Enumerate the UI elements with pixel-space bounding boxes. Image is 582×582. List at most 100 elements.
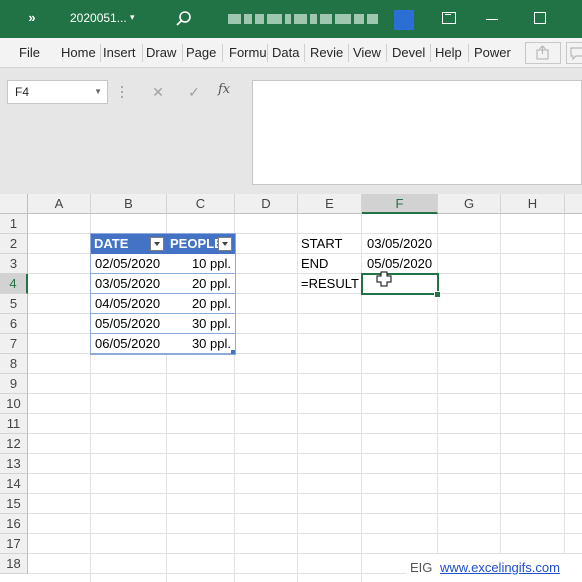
formula-input[interactable] xyxy=(252,80,582,185)
tab-separator xyxy=(142,44,143,62)
row-header-13[interactable]: 13 xyxy=(0,454,28,474)
column-header-e[interactable]: E xyxy=(298,194,362,214)
row-header-15[interactable]: 15 xyxy=(0,494,28,514)
active-cell-f4[interactable] xyxy=(361,273,439,295)
file-name-chevron-down-icon[interactable]: ▾ xyxy=(130,12,135,23)
tab-separator xyxy=(304,44,305,62)
share-icon xyxy=(536,45,549,60)
cancel-icon[interactable]: ✕ xyxy=(148,82,168,102)
row-header-12[interactable]: 12 xyxy=(0,434,28,454)
user-name-blurred xyxy=(228,14,378,24)
tab-power-pivot[interactable]: Power xyxy=(474,38,512,67)
enter-check-icon[interactable]: ✓ xyxy=(184,82,204,102)
row-header-7[interactable]: 7 xyxy=(0,334,28,354)
row-header-14[interactable]: 14 xyxy=(0,474,28,494)
filter-dropdown-icon[interactable] xyxy=(218,237,232,251)
column-header-a[interactable]: A xyxy=(28,194,91,214)
ribbon-collapsed-area xyxy=(0,68,582,80)
tab-page-layout[interactable]: Page xyxy=(186,38,219,67)
row-header-6[interactable]: 6 xyxy=(0,314,28,334)
search-icon[interactable] xyxy=(174,9,194,29)
tab-insert[interactable]: Insert xyxy=(103,38,140,67)
tab-review[interactable]: Revie xyxy=(310,38,346,67)
row-header-4[interactable]: 4 xyxy=(0,274,28,294)
row-header-10[interactable]: 10 xyxy=(0,394,28,414)
maximize-icon[interactable] xyxy=(534,12,546,24)
title-bar: » 2020051... ▾ xyxy=(0,0,582,38)
tab-draw[interactable]: Draw xyxy=(146,38,180,67)
gridline xyxy=(564,214,565,582)
name-box-dropdown-icon[interactable]: ▼ xyxy=(94,81,102,103)
name-box-value: F4 xyxy=(15,85,30,99)
table-resize-handle[interactable] xyxy=(231,350,235,354)
row-header-17[interactable]: 17 xyxy=(0,534,28,554)
ribbon-display-options-icon[interactable] xyxy=(442,12,456,24)
minimize-icon[interactable] xyxy=(486,19,498,20)
start-label[interactable]: START xyxy=(301,234,342,254)
table-cell-people[interactable]: 10 ppl. xyxy=(167,254,235,274)
file-name[interactable]: 2020051... xyxy=(70,11,127,25)
column-header-h[interactable]: H xyxy=(501,194,565,214)
fill-handle[interactable] xyxy=(434,291,441,298)
table-cell-people[interactable]: 30 ppl. xyxy=(167,314,235,334)
name-box[interactable]: F4 ▼ xyxy=(7,80,108,104)
table-cell-people[interactable]: 20 ppl. xyxy=(167,274,235,294)
row-header-1[interactable]: 1 xyxy=(0,214,28,234)
watermark-brand: EIG xyxy=(410,560,433,575)
tab-formulas[interactable]: Formu xyxy=(229,38,266,67)
watermark-link[interactable]: www.excelingifs.com xyxy=(440,560,560,575)
share-button[interactable] xyxy=(525,42,561,64)
tab-separator xyxy=(222,44,223,62)
user-avatar[interactable] xyxy=(394,10,414,30)
quick-access-overflow-button[interactable]: » xyxy=(24,10,40,28)
tab-view[interactable]: View xyxy=(353,38,383,67)
watermark: EIG www.excelingifs.com xyxy=(406,554,582,582)
tab-developer[interactable]: Devel xyxy=(392,38,428,67)
table-header-label: PEOPLE xyxy=(170,236,223,251)
table-cell-date[interactable]: 06/05/2020 xyxy=(91,334,167,354)
column-header-g[interactable]: G xyxy=(438,194,501,214)
row-header-16[interactable]: 16 xyxy=(0,514,28,534)
row-header-2[interactable]: 2 xyxy=(0,234,28,254)
tab-separator xyxy=(430,44,431,62)
tab-home[interactable]: Home xyxy=(61,38,99,67)
insert-function-button[interactable]: fx xyxy=(218,82,230,97)
gridline xyxy=(361,214,362,582)
column-header-d[interactable]: D xyxy=(235,194,298,214)
tab-separator xyxy=(267,44,268,62)
table-cell-date[interactable]: 03/05/2020 xyxy=(91,274,167,294)
worksheet-grid[interactable]: A B C D E F G H 1 2 3 4 5 6 7 8 9 10 11 … xyxy=(0,194,582,582)
tab-file[interactable]: File xyxy=(19,38,49,67)
result-label[interactable]: =RESULT xyxy=(301,274,359,294)
table-cell-date[interactable]: 05/05/2020 xyxy=(91,314,167,334)
column-header-partial[interactable] xyxy=(565,194,582,214)
tab-separator xyxy=(386,44,387,62)
end-label[interactable]: END xyxy=(301,254,328,274)
tab-separator xyxy=(468,44,469,62)
tab-data[interactable]: Data xyxy=(272,38,302,67)
row-header-3[interactable]: 3 xyxy=(0,254,28,274)
row-header-8[interactable]: 8 xyxy=(0,354,28,374)
column-header-c[interactable]: C xyxy=(167,194,235,214)
gridline xyxy=(500,214,501,582)
table-header-label: DATE xyxy=(94,236,129,251)
gridline xyxy=(437,214,438,582)
select-all-corner[interactable] xyxy=(0,194,28,214)
column-header-f[interactable]: F xyxy=(362,194,438,214)
row-header-18[interactable]: 18 xyxy=(0,554,28,574)
filter-dropdown-icon[interactable] xyxy=(150,237,164,251)
row-header-11[interactable]: 11 xyxy=(0,414,28,434)
gridline xyxy=(297,214,298,582)
table-cell-people[interactable]: 30 ppl. xyxy=(167,334,235,354)
formula-bar-grip-icon[interactable] xyxy=(120,84,124,100)
table-cell-people[interactable]: 20 ppl. xyxy=(167,294,235,314)
row-header-9[interactable]: 9 xyxy=(0,374,28,394)
column-header-b[interactable]: B xyxy=(91,194,167,214)
row-header-5[interactable]: 5 xyxy=(0,294,28,314)
tab-help[interactable]: Help xyxy=(435,38,465,67)
table-cell-date[interactable]: 02/05/2020 xyxy=(91,254,167,274)
excel-window: » 2020051... ▾ File Home Insert Draw Pag… xyxy=(0,0,582,582)
table-cell-date[interactable]: 04/05/2020 xyxy=(91,294,167,314)
comments-button[interactable] xyxy=(566,42,582,64)
start-value[interactable]: 03/05/2020 xyxy=(367,234,432,254)
